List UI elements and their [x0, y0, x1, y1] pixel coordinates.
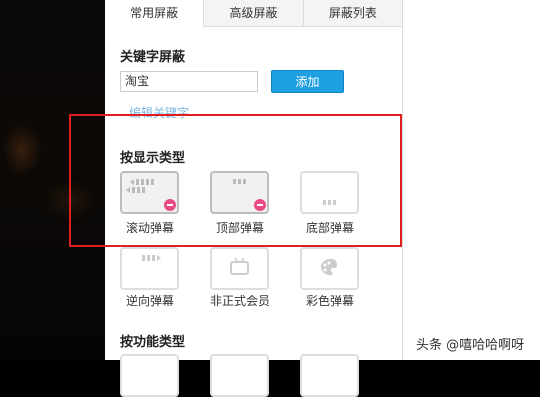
- keyword-input[interactable]: 淘宝: [120, 71, 258, 92]
- non-member-label: 非正式会员: [209, 294, 270, 308]
- add-keyword-button[interactable]: 添加: [271, 70, 344, 93]
- reverse-danmaku-icon: [142, 255, 161, 261]
- tab-bar: 常用屏蔽 高级屏蔽 屏蔽列表: [105, 0, 402, 27]
- reverse-danmaku-toggle[interactable]: [120, 247, 179, 290]
- reverse-danmaku-label: 逆向弹幕: [125, 294, 174, 308]
- function-type-title: 按功能类型: [120, 335, 186, 350]
- color-danmaku-toggle[interactable]: [300, 247, 359, 290]
- tab-common-block[interactable]: 常用屏蔽: [105, 0, 204, 27]
- color-danmaku-label: 彩色弹幕: [305, 294, 354, 308]
- function-tile[interactable]: [210, 354, 269, 397]
- palette-icon: [320, 258, 338, 276]
- tv-icon: [230, 257, 249, 275]
- function-tile[interactable]: [300, 354, 359, 397]
- tab-advanced-block[interactable]: 高级屏蔽: [203, 0, 302, 26]
- tab-block-list[interactable]: 屏蔽列表: [302, 0, 402, 26]
- watermark-text: 头条 @嘻哈哈啊呀: [416, 334, 525, 353]
- keyword-block-title: 关键字屏蔽: [120, 50, 186, 65]
- function-tile[interactable]: [120, 354, 179, 397]
- side-area: [402, 0, 540, 360]
- highlight-box: [69, 114, 402, 247]
- non-member-toggle[interactable]: [210, 247, 269, 290]
